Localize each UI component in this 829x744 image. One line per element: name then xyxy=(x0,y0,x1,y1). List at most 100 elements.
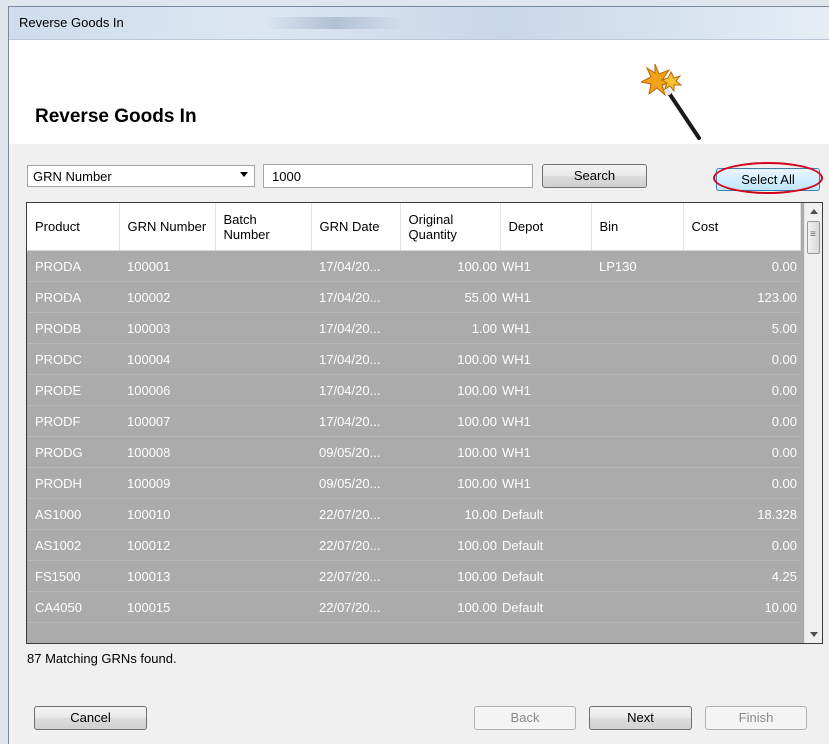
cell-batch-number xyxy=(215,591,311,623)
cell-bin xyxy=(591,374,683,406)
cell-original-quantity: 1.00 xyxy=(400,312,500,344)
cell-grn-date: 22/07/20... xyxy=(311,560,400,592)
cell-grn-number: 100002 xyxy=(119,281,215,313)
window-title: Reverse Goods In xyxy=(19,15,124,30)
cell-grn-number: 100001 xyxy=(119,250,215,282)
cell-bin xyxy=(591,591,683,623)
cell-batch-number xyxy=(215,343,311,375)
cell-original-quantity: 100.00 xyxy=(400,591,500,623)
cell-grn-number: 100010 xyxy=(119,498,215,530)
column-header-product[interactable]: Product xyxy=(27,203,120,251)
cell-product: AS1000 xyxy=(27,498,119,530)
grid-body: PRODA 100001 17/04/20... 100.00 WH1 LP130 0.00… xyxy=(27,250,800,623)
cell-cost: 0.00 xyxy=(683,343,800,375)
cell-depot: WH1 xyxy=(500,343,591,375)
cell-product: FS1500 xyxy=(27,560,119,592)
cell-product: PRODC xyxy=(27,343,119,375)
table-row[interactable]: PRODA 100001 17/04/20... 100.00 WH1 LP130 0.00 xyxy=(27,250,800,282)
cell-original-quantity: 100.00 xyxy=(400,529,500,561)
search-input[interactable] xyxy=(263,164,533,188)
scroll-up-icon[interactable] xyxy=(805,203,822,220)
cell-grn-date: 22/07/20... xyxy=(311,591,400,623)
cell-product: AS1002 xyxy=(27,529,119,561)
table-row[interactable]: PRODG 100008 09/05/20... 100.00 WH1 0.00 xyxy=(27,436,800,468)
cell-depot: Default xyxy=(500,498,591,530)
cell-grn-number: 100008 xyxy=(119,436,215,468)
cell-bin xyxy=(591,281,683,313)
cell-batch-number xyxy=(215,281,311,313)
cancel-button[interactable]: Cancel xyxy=(34,706,147,730)
cell-bin xyxy=(591,436,683,468)
finish-button[interactable]: Finish xyxy=(705,706,807,730)
cell-depot: WH1 xyxy=(500,405,591,437)
cell-grn-number: 100013 xyxy=(119,560,215,592)
table-row[interactable]: PRODB 100003 17/04/20... 1.00 WH1 5.00 xyxy=(27,312,800,344)
cell-original-quantity: 100.00 xyxy=(400,405,500,437)
table-row[interactable]: CA4050 100015 22/07/20... 100.00 Default 10.0… xyxy=(27,591,800,623)
column-header-original-quantity[interactable]: Original Quantity xyxy=(400,203,501,251)
table-row[interactable]: PRODE 100006 17/04/20... 100.00 WH1 0.00 xyxy=(27,374,800,406)
next-button[interactable]: Next xyxy=(589,706,692,730)
cell-depot: WH1 xyxy=(500,250,591,282)
table-row[interactable]: PRODH 100009 09/05/20... 100.00 WH1 0.00 xyxy=(27,467,800,499)
page-title: Reverse Goods In xyxy=(35,106,197,127)
cell-grn-date: 17/04/20... xyxy=(311,250,400,282)
cell-batch-number xyxy=(215,405,311,437)
table-row[interactable]: PRODA 100002 17/04/20... 55.00 WH1 123.00 xyxy=(27,281,800,313)
table-row[interactable]: FS1500 100013 22/07/20... 100.00 Default 4.25 xyxy=(27,560,800,592)
column-header-bin[interactable]: Bin xyxy=(591,203,684,251)
scroll-down-icon[interactable] xyxy=(805,626,822,643)
cell-cost: 0.00 xyxy=(683,436,800,468)
cell-batch-number xyxy=(215,467,311,499)
column-header-cost[interactable]: Cost xyxy=(683,203,801,251)
cell-original-quantity: 100.00 xyxy=(400,343,500,375)
cell-batch-number xyxy=(215,560,311,592)
cell-depot: WH1 xyxy=(500,436,591,468)
search-field-dropdown[interactable]: GRN Number xyxy=(27,165,255,187)
table-row[interactable]: AS1002 100012 22/07/20... 100.00 Default 0.00 xyxy=(27,529,800,561)
back-button[interactable]: Back xyxy=(474,706,576,730)
title-bar[interactable]: Reverse Goods In xyxy=(9,7,829,40)
search-field-value: GRN Number xyxy=(33,169,112,184)
cell-product: PRODG xyxy=(27,436,119,468)
search-button[interactable]: Search xyxy=(542,164,647,188)
cell-bin xyxy=(591,405,683,437)
cell-cost: 5.00 xyxy=(683,312,800,344)
search-area: GRN Number Search Select All Product GRN… xyxy=(9,144,829,744)
cell-grn-date: 22/07/20... xyxy=(311,498,400,530)
column-header-depot[interactable]: Depot xyxy=(500,203,592,251)
cell-batch-number xyxy=(215,312,311,344)
cell-batch-number xyxy=(215,498,311,530)
cell-batch-number xyxy=(215,436,311,468)
cell-product: CA4050 xyxy=(27,591,119,623)
table-row[interactable]: PRODC 100004 17/04/20... 100.00 WH1 0.00 xyxy=(27,343,800,375)
cell-original-quantity: 100.00 xyxy=(400,374,500,406)
table-row[interactable]: PRODF 100007 17/04/20... 100.00 WH1 0.00 xyxy=(27,405,800,437)
cell-cost: 10.00 xyxy=(683,591,800,623)
cell-bin: LP130 xyxy=(591,250,683,282)
vertical-scrollbar[interactable] xyxy=(804,203,822,643)
table-row[interactable]: AS1000 100010 22/07/20... 10.00 Default 18.32… xyxy=(27,498,800,530)
status-text: 87 Matching GRNs found. xyxy=(27,651,177,666)
cell-bin xyxy=(591,467,683,499)
cell-original-quantity: 100.00 xyxy=(400,250,500,282)
cell-bin xyxy=(591,312,683,344)
cell-cost: 0.00 xyxy=(683,405,800,437)
cell-grn-number: 100015 xyxy=(119,591,215,623)
cell-bin xyxy=(591,498,683,530)
cell-grn-date: 17/04/20... xyxy=(311,281,400,313)
column-header-batch-number[interactable]: Batch Number xyxy=(215,203,312,251)
grn-grid[interactable]: Product GRN Number Batch Number GRN Date… xyxy=(26,202,823,644)
scrollbar-thumb[interactable] xyxy=(807,221,820,254)
cell-grn-number: 100012 xyxy=(119,529,215,561)
column-header-grn-date[interactable]: GRN Date xyxy=(311,203,401,251)
cell-product: PRODB xyxy=(27,312,119,344)
cell-grn-date: 17/04/20... xyxy=(311,343,400,375)
column-header-grn-number[interactable]: GRN Number xyxy=(119,203,216,251)
cell-grn-number: 100006 xyxy=(119,374,215,406)
cell-grn-date: 17/04/20... xyxy=(311,405,400,437)
cell-depot: WH1 xyxy=(500,467,591,499)
cell-cost: 4.25 xyxy=(683,560,800,592)
cell-grn-date: 09/05/20... xyxy=(311,467,400,499)
cell-batch-number xyxy=(215,250,311,282)
